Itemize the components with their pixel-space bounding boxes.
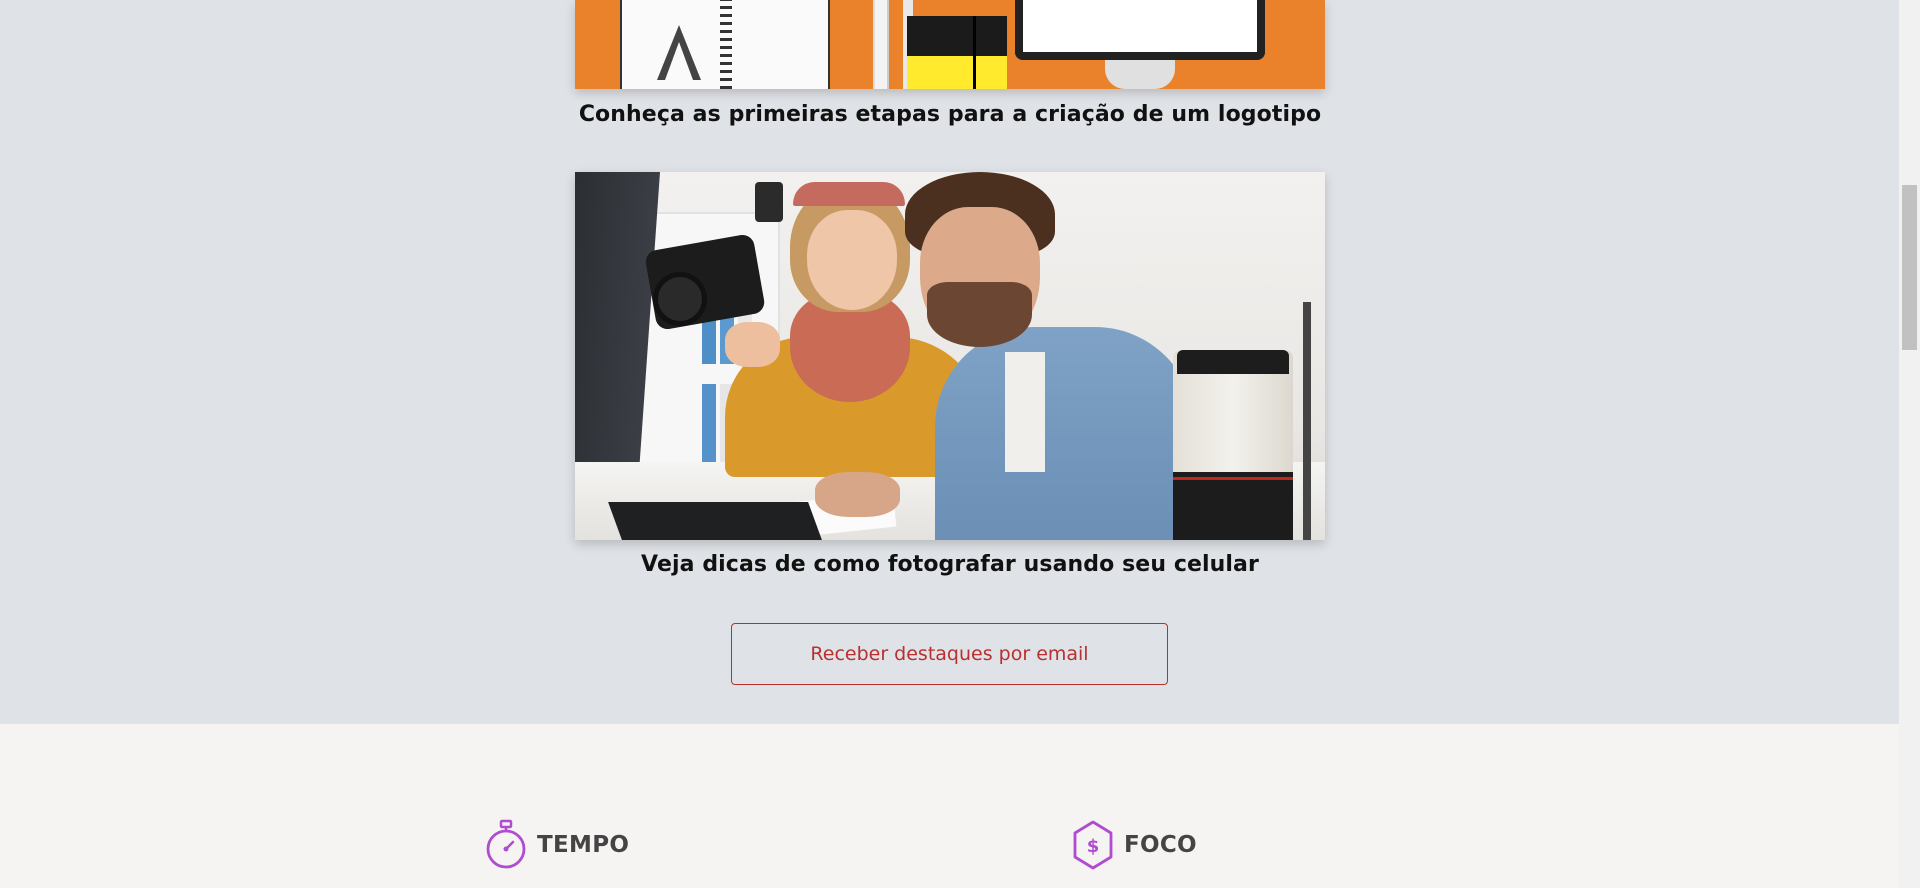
article-title[interactable]: Conheça as primeiras etapas para a criaç… [500,102,1400,127]
dollar-hexagon-icon: $ [1072,819,1114,871]
scrollbar-thumb[interactable] [1902,185,1917,350]
article-card[interactable]: Veja dicas de como fotografar usando seu… [575,172,1325,577]
blog-highlights-section: Conheça as primeiras etapas para a criaç… [0,0,1899,724]
feature-tempo: TEMPO [485,819,629,871]
article-title[interactable]: Veja dicas de como fotografar usando seu… [500,552,1400,577]
svg-text:$: $ [1087,836,1100,857]
keyboard [608,502,822,540]
stopwatch-icon [485,819,527,871]
article-image[interactable] [575,172,1325,540]
article-card[interactable]: Conheça as primeiras etapas para a criaç… [575,0,1325,127]
vertical-scrollbar[interactable] [1899,0,1920,888]
notebook-spiral [720,0,732,89]
feature-foco: $ FOCO [1072,819,1197,871]
page-viewport: Conheça as primeiras etapas para a criaç… [0,0,1899,888]
monitor-illustration [1015,0,1265,60]
feature-label: TEMPO [537,832,630,858]
features-section: TEMPO $ FOCO [0,724,1899,888]
article-image[interactable] [575,0,1325,89]
pen-illustration [873,0,889,89]
subscribe-email-button[interactable]: Receber destaques por email [731,623,1168,685]
feature-label: FOCO [1124,832,1197,858]
